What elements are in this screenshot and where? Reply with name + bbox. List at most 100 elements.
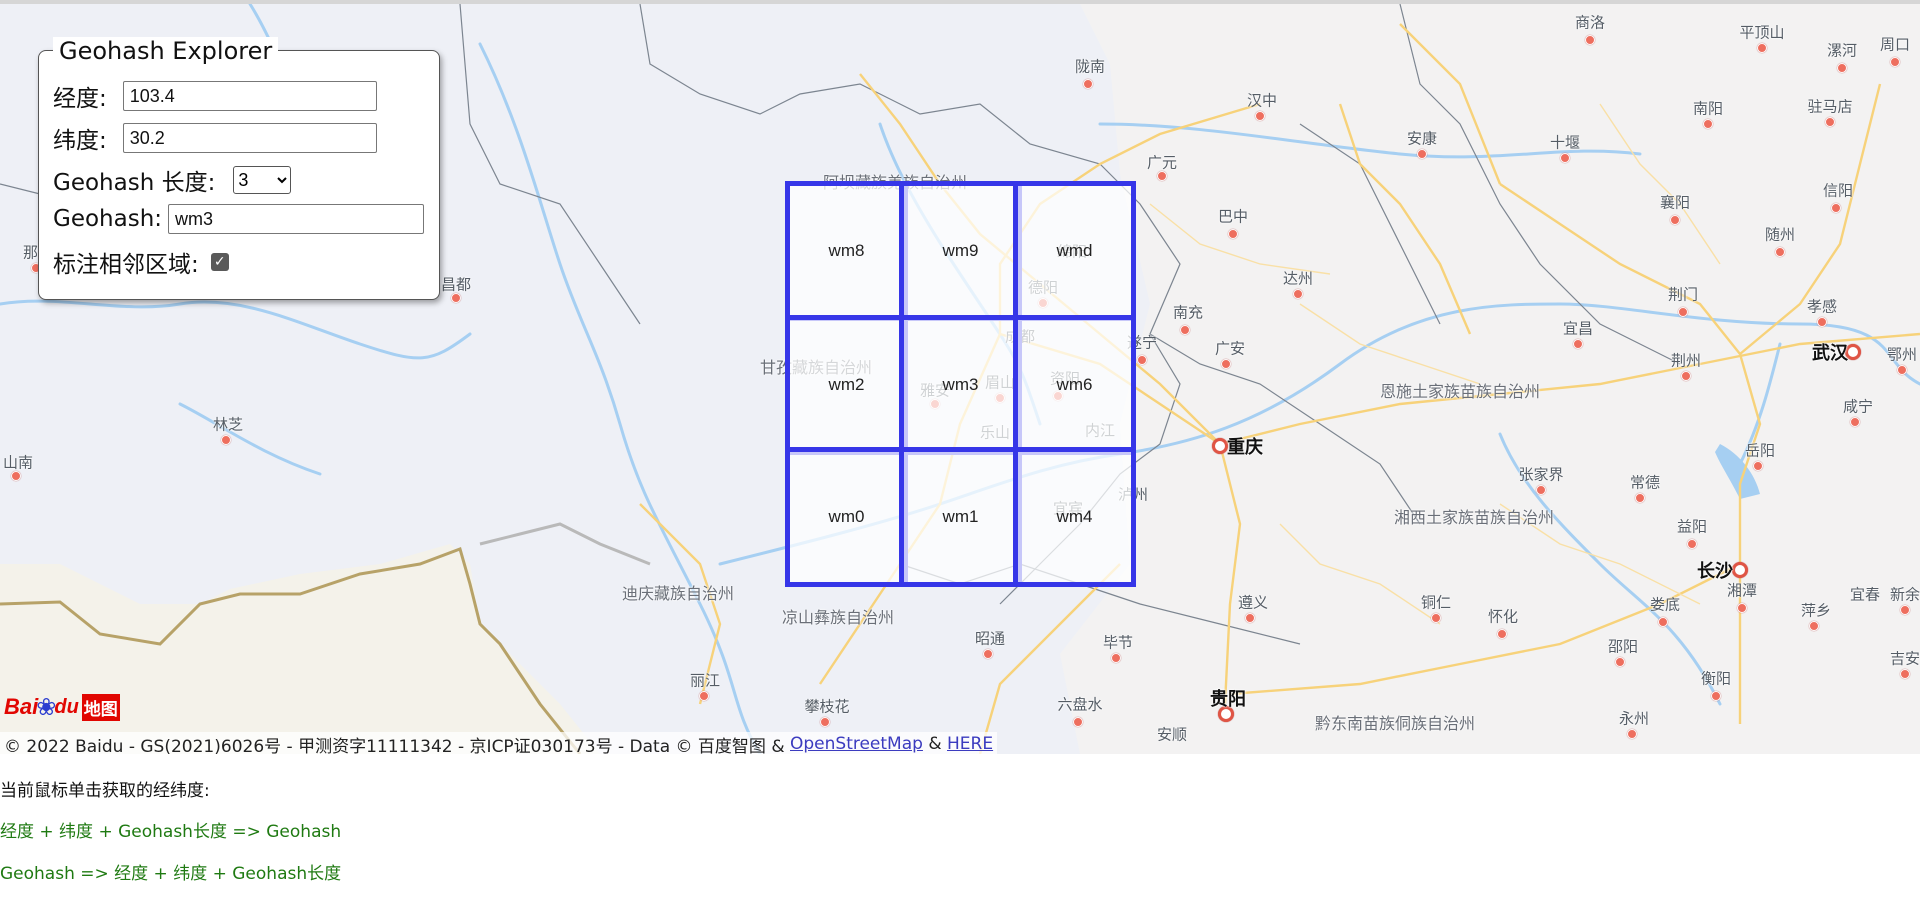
city-marker — [1212, 438, 1228, 454]
city-marker — [1615, 657, 1625, 667]
map-copyright: © 2022 Baidu - GS(2021)6026号 - 甲测资字11111… — [0, 732, 998, 754]
place-label: 怀化 — [1487, 607, 1519, 626]
city-marker — [1900, 605, 1910, 615]
decode-description: Geohash => 经度 + 纬度 + Geohash长度 — [0, 864, 342, 884]
place-label: 陇南 — [1074, 57, 1106, 76]
geohash-cell-sw[interactable]: wm0 — [785, 447, 908, 587]
geohash-explorer-panel: Geohash Explorer 经度: 纬度: Geohash 长度: 3 G… — [38, 37, 440, 300]
geohash-row: Geohash: — [53, 204, 425, 234]
place-label: 孝感 — [1806, 297, 1838, 316]
place-label: 岳阳 — [1744, 441, 1776, 460]
logo-text-bai: Bai — [4, 694, 39, 719]
city-marker — [1711, 691, 1721, 701]
city-marker — [1221, 359, 1231, 369]
city-marker — [11, 471, 21, 481]
place-label: 荆州 — [1670, 351, 1702, 370]
geohash-cell-nw[interactable]: wm8 — [785, 181, 908, 321]
city-marker — [1497, 629, 1507, 639]
place-label: 丽江 — [689, 671, 721, 690]
place-label: 黔东南苗族侗族自治州 — [1314, 714, 1476, 733]
city-marker — [1687, 539, 1697, 549]
place-label: 广元 — [1146, 153, 1178, 172]
panel-title: Geohash Explorer — [53, 37, 279, 65]
city-marker — [1073, 717, 1083, 727]
city-marker — [1228, 229, 1238, 239]
city-marker — [1536, 485, 1546, 495]
place-label: 湘潭 — [1726, 581, 1758, 600]
logo-text-du: du — [54, 695, 79, 718]
city-marker — [1850, 417, 1860, 427]
length-row: Geohash 长度: 3 — [53, 163, 292, 197]
lng-row: 经度: — [53, 79, 377, 113]
place-label: 益阳 — [1676, 517, 1708, 536]
place-label: 六盘水 — [1057, 695, 1103, 714]
place-label: 周口 — [1879, 35, 1911, 54]
geohash-cell-center[interactable]: wm3 — [899, 315, 1022, 455]
place-label: 常德 — [1629, 473, 1661, 492]
city-marker — [1658, 617, 1668, 627]
geohash-label: Geohash: — [53, 206, 163, 232]
geohash-input[interactable] — [168, 204, 425, 234]
place-label: 商洛 — [1574, 13, 1606, 32]
city-marker — [1111, 653, 1121, 663]
geohash-cell-w[interactable]: wm2 — [785, 315, 908, 455]
place-label: 武汉 — [1812, 343, 1848, 364]
length-label: Geohash 长度: — [53, 170, 216, 196]
place-label: 永州 — [1618, 709, 1650, 728]
lat-input[interactable] — [122, 123, 377, 153]
place-label: 达州 — [1282, 269, 1314, 288]
paw-icon: ❀ — [36, 693, 57, 721]
lng-label: 经度: — [53, 86, 107, 112]
city-marker — [1703, 119, 1713, 129]
place-label: 迪庆藏族自治州 — [621, 584, 735, 603]
openstreetmap-link[interactable]: OpenStreetMap — [790, 734, 923, 754]
geohash-cell-e[interactable]: wm6 — [1013, 315, 1136, 455]
length-select[interactable]: 3 — [233, 166, 292, 194]
place-label: 安顺 — [1156, 725, 1188, 744]
city-marker — [451, 293, 461, 303]
city-marker — [1180, 325, 1190, 335]
city-marker — [1573, 339, 1583, 349]
city-marker — [1255, 111, 1265, 121]
city-marker — [1431, 613, 1441, 623]
place-label: 信阳 — [1822, 181, 1854, 200]
place-label: 昭通 — [974, 629, 1006, 648]
geohash-cell-n[interactable]: wm9 — [899, 181, 1022, 321]
city-marker — [1137, 355, 1147, 365]
geohash-cell-s[interactable]: wm1 — [899, 447, 1022, 587]
logo-text-ditu: 地图 — [81, 693, 120, 721]
place-label: 萍乡 — [1800, 601, 1832, 620]
place-label: 湘西土家族苗族自治州 — [1393, 508, 1555, 527]
city-marker — [1585, 35, 1595, 45]
checkmark-icon: ✓ — [213, 254, 226, 270]
city-marker — [1817, 317, 1827, 327]
place-label: 鄂州 — [1886, 345, 1918, 364]
place-label: 恩施土家族苗族自治州 — [1379, 382, 1541, 401]
city-marker — [1775, 247, 1785, 257]
lat-label: 纬度: — [53, 128, 107, 154]
place-label: 衡阳 — [1700, 669, 1732, 688]
place-label: 昌都 — [440, 275, 472, 294]
place-label: 漯河 — [1826, 41, 1858, 60]
city-marker — [983, 649, 993, 659]
geohash-cell-se[interactable]: wm4 — [1013, 447, 1136, 587]
city-marker — [1627, 729, 1637, 739]
place-label: 遵义 — [1237, 593, 1269, 612]
city-marker — [1900, 669, 1910, 679]
place-label: 凉山彝族自治州 — [781, 608, 895, 627]
lng-input[interactable] — [122, 81, 377, 111]
place-label: 随州 — [1764, 225, 1796, 244]
city-marker — [1681, 371, 1691, 381]
place-label: 娄底 — [1649, 595, 1681, 614]
city-marker — [1825, 117, 1835, 127]
neighbor-checkbox[interactable]: ✓ — [210, 253, 229, 271]
place-label: 新余 — [1889, 585, 1920, 604]
encode-description: 经度 + 纬度 + Geohash长度 => Geohash — [0, 822, 342, 842]
baidu-map-logo[interactable]: Bai ❀ du 地图 — [4, 688, 120, 726]
here-link[interactable]: HERE — [947, 734, 993, 754]
place-label: 襄阳 — [1659, 193, 1691, 212]
geohash-cell-ne[interactable]: wmd — [1013, 181, 1136, 321]
place-label: 毕节 — [1102, 633, 1134, 652]
place-label: 南阳 — [1692, 99, 1724, 118]
city-marker — [1890, 57, 1900, 67]
